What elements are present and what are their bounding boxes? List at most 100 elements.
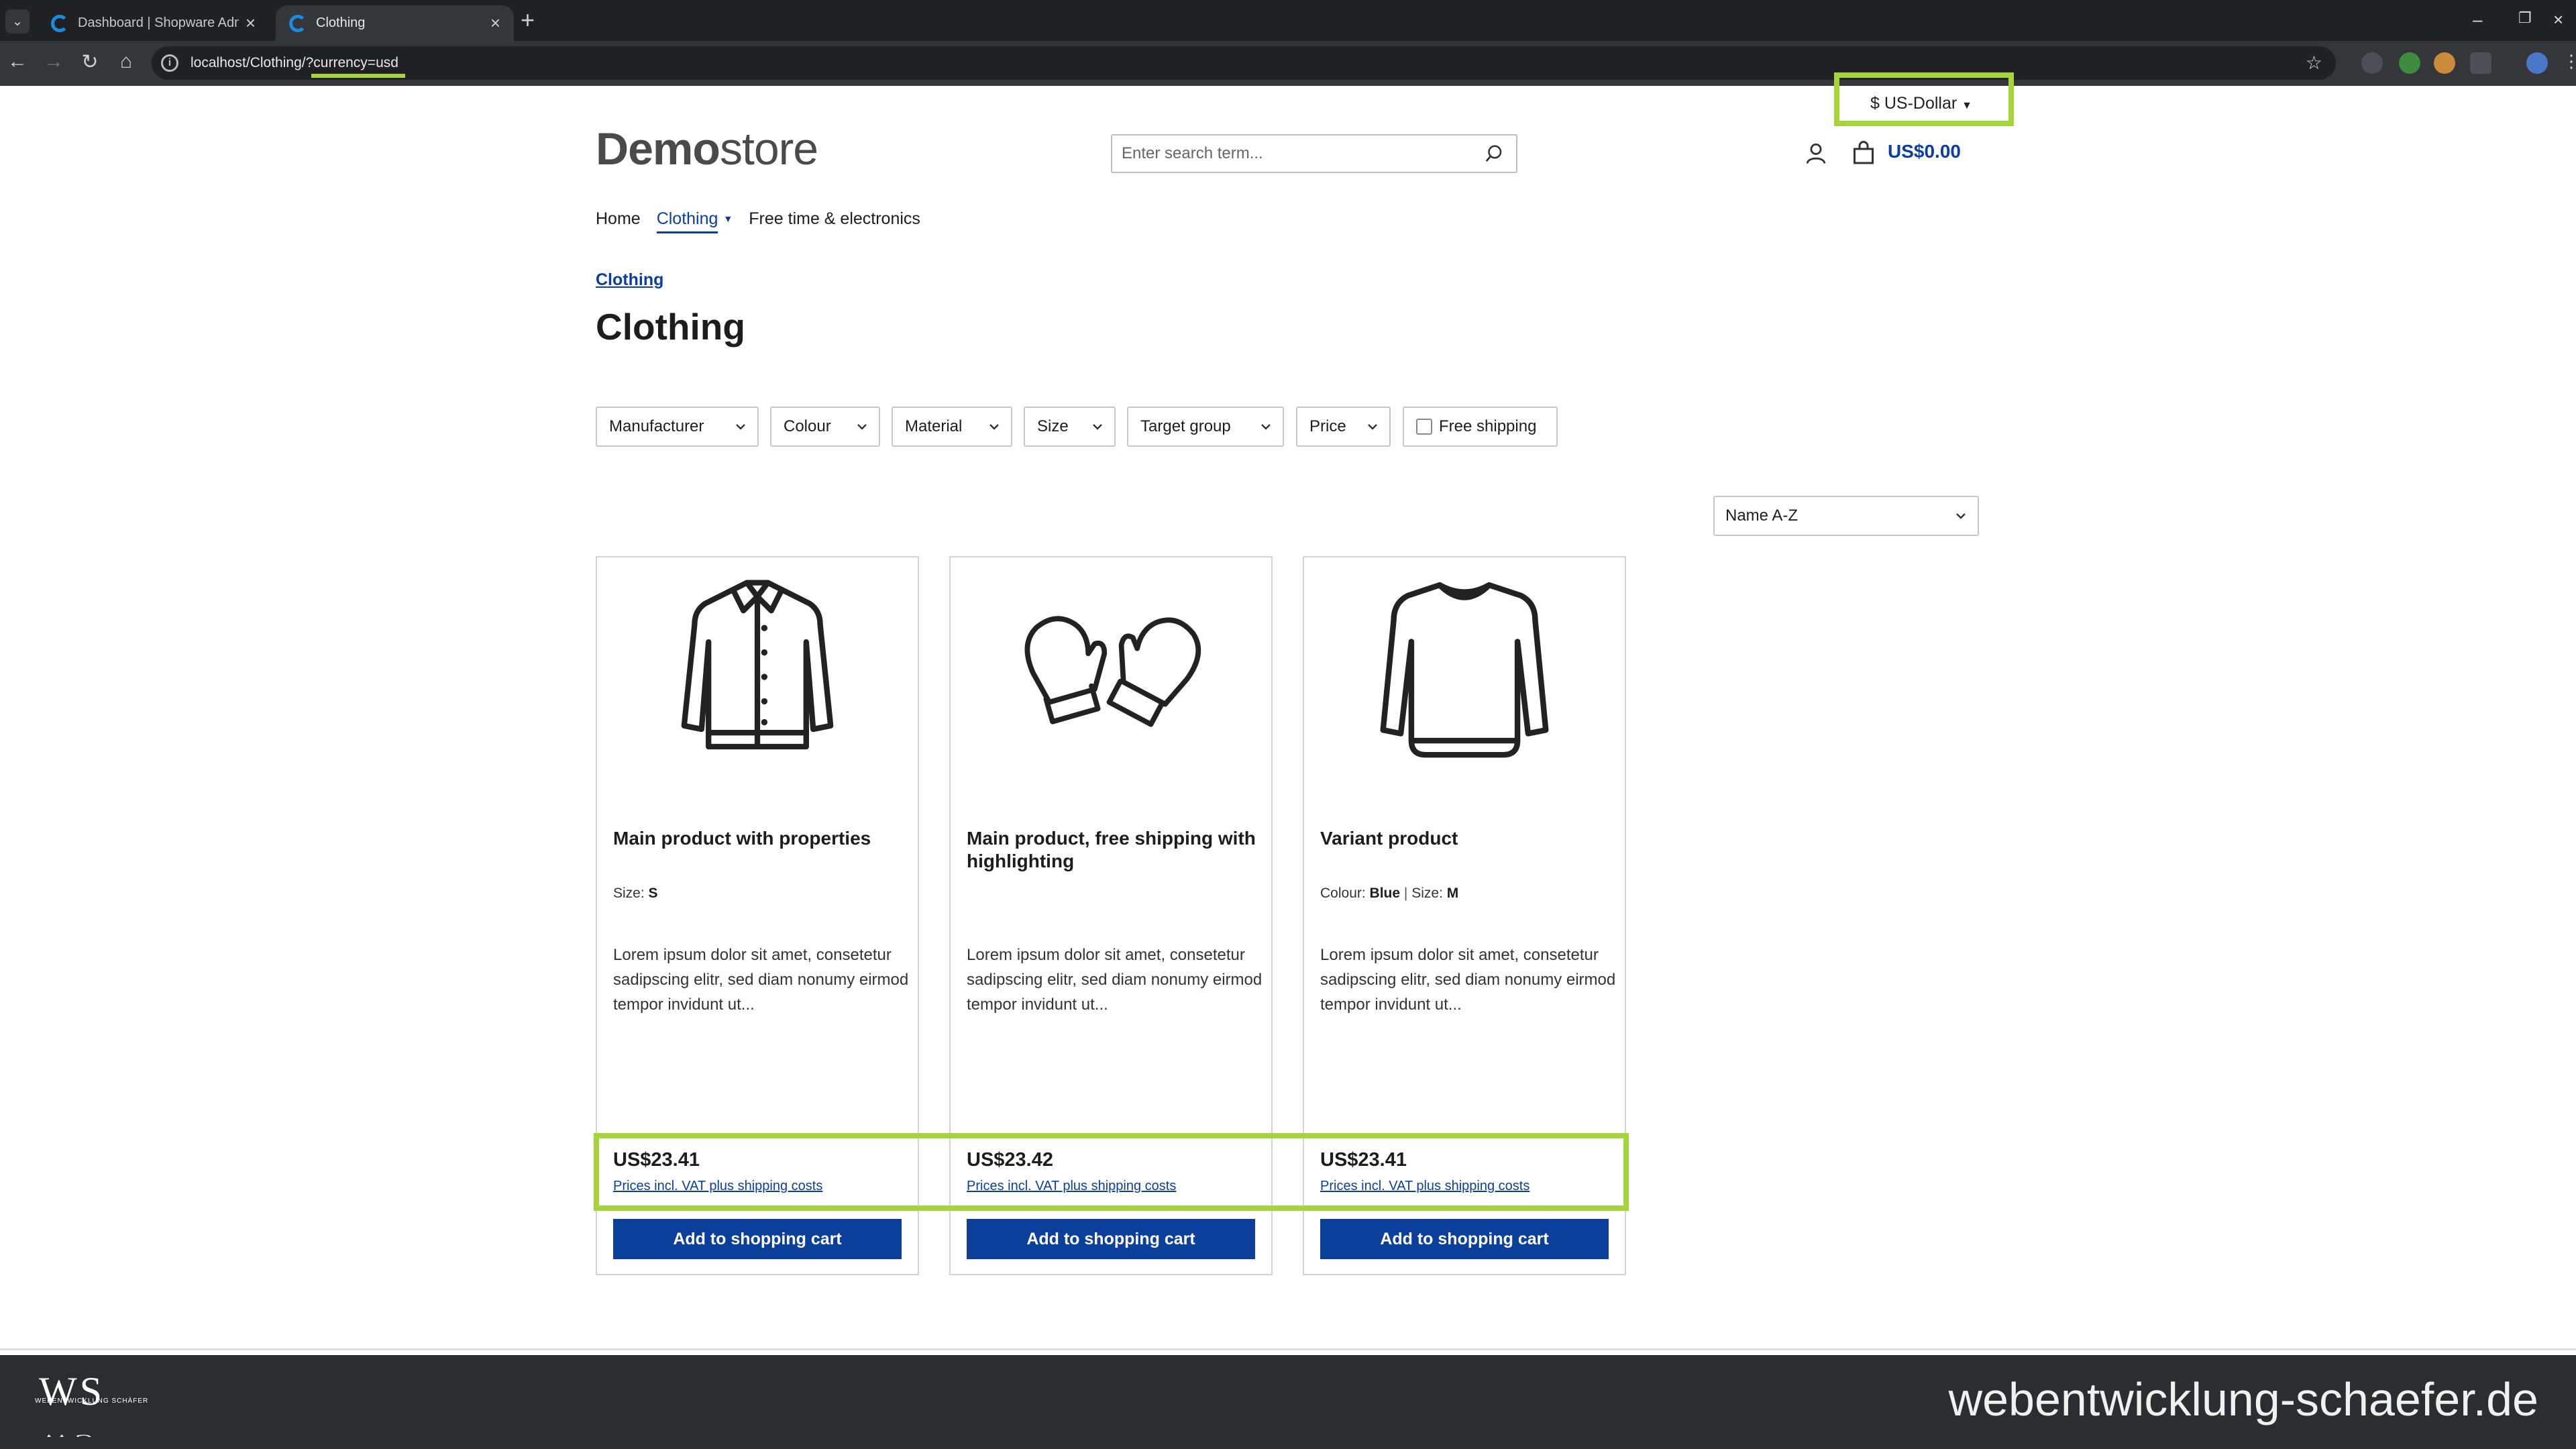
tab-label: Dashboard | Shopware Adminis bbox=[78, 15, 239, 30]
new-tab-button[interactable]: + bbox=[521, 8, 535, 32]
product-description: Lorem ipsum dolor sit amet, consetetur s… bbox=[1320, 946, 1616, 1014]
filter-label: Manufacturer bbox=[609, 417, 704, 435]
product-name[interactable]: Main product with properties bbox=[613, 827, 908, 850]
filter-material[interactable]: Material bbox=[892, 407, 1012, 447]
cart-total[interactable]: US$0.00 bbox=[1888, 141, 1961, 162]
chevron-down-icon bbox=[736, 424, 745, 430]
sort-select[interactable]: Name A-Z bbox=[1713, 496, 1979, 536]
page-title: Clothing bbox=[596, 306, 745, 347]
currency-switcher[interactable]: $ US-Dollar ▼ bbox=[1870, 94, 1972, 113]
chevron-down-icon bbox=[1261, 424, 1271, 430]
extension-pen-icon[interactable] bbox=[2361, 52, 2383, 74]
product-name[interactable]: Variant product bbox=[1320, 827, 1615, 850]
shopware-favicon-icon bbox=[289, 14, 307, 32]
filter-label: Colour bbox=[784, 417, 831, 435]
url-text[interactable]: localhost/Clothing/?currency=usd bbox=[191, 55, 398, 71]
nav-clothing[interactable]: Clothing bbox=[656, 209, 718, 233]
prop-value: M bbox=[1446, 885, 1459, 901]
store-logo[interactable]: Demostore bbox=[596, 123, 818, 175]
extension-green-icon[interactable] bbox=[2399, 52, 2420, 74]
logo-bold: Demo bbox=[596, 123, 720, 174]
search-box[interactable] bbox=[1111, 134, 1517, 173]
filter-free-shipping[interactable]: Free shipping bbox=[1403, 407, 1558, 447]
chevron-down-icon bbox=[989, 424, 999, 430]
mittens-icon bbox=[1024, 616, 1201, 727]
prop-label: Colour: bbox=[1320, 885, 1366, 901]
product-description: Lorem ipsum dolor sit amet, consetetur s… bbox=[967, 946, 1263, 1014]
jacket-icon bbox=[681, 580, 834, 750]
filter-label: Target group bbox=[1140, 417, 1231, 435]
extension-cookie-icon[interactable] bbox=[2434, 52, 2455, 74]
nav-free-time-electronics[interactable]: Free time & electronics bbox=[749, 209, 920, 233]
tab-label: Clothing bbox=[316, 15, 366, 30]
restore-icon[interactable]: ❐ bbox=[2518, 9, 2532, 27]
prop-value: S bbox=[648, 885, 658, 901]
profile-avatar[interactable] bbox=[2526, 52, 2548, 74]
sweater-icon bbox=[1380, 582, 1549, 758]
filter-manufacturer[interactable]: Manufacturer bbox=[596, 407, 759, 447]
free-shipping-checkbox[interactable] bbox=[1416, 419, 1432, 435]
tab-list-button[interactable]: ⌄ bbox=[5, 9, 30, 34]
filter-label: Free shipping bbox=[1439, 417, 1537, 435]
main-navigation: Home Clothing ▼ Free time & electronics bbox=[596, 209, 920, 233]
cart-bag-icon[interactable] bbox=[1851, 141, 1876, 165]
chevron-down-icon bbox=[1093, 424, 1102, 430]
product-description: Lorem ipsum dolor sit amet, consetetur s… bbox=[613, 946, 909, 1014]
chevron-down-icon bbox=[857, 424, 867, 430]
shopware-favicon-icon bbox=[51, 14, 68, 32]
ws-logo-reflection: WS bbox=[39, 1430, 97, 1437]
add-to-cart-button[interactable]: Add to shopping cart bbox=[967, 1219, 1255, 1259]
filter-label: Price bbox=[1309, 417, 1346, 435]
close-window-icon[interactable]: × bbox=[2553, 9, 2563, 30]
prop-label: Size: bbox=[613, 885, 645, 901]
site-info-icon[interactable]: i bbox=[161, 54, 178, 72]
search-input[interactable] bbox=[1122, 144, 1457, 164]
footer-domain-text: webentwicklung-schaefer.de bbox=[1948, 1373, 2538, 1426]
breadcrumb[interactable]: Clothing bbox=[596, 270, 663, 290]
caret-down-icon: ▼ bbox=[723, 213, 733, 224]
reload-icon[interactable]: ↻ bbox=[76, 50, 103, 74]
product-name[interactable]: Main product, free shipping with highlig… bbox=[967, 827, 1262, 873]
filter-label: Material bbox=[905, 417, 963, 435]
nav-clothing-wrapper[interactable]: Clothing ▼ bbox=[656, 209, 733, 233]
search-icon[interactable] bbox=[1484, 144, 1504, 164]
forward-icon[interactable]: → bbox=[40, 50, 67, 73]
account-icon[interactable] bbox=[1805, 141, 1827, 165]
close-tab-icon[interactable]: × bbox=[490, 13, 500, 34]
tab-dashboard[interactable]: Dashboard | Shopware Adminis × bbox=[38, 5, 269, 41]
filter-price[interactable]: Price bbox=[1296, 407, 1391, 447]
extensions-puzzle-icon[interactable] bbox=[2470, 52, 2491, 74]
nav-home[interactable]: Home bbox=[596, 209, 641, 233]
filter-colour[interactable]: Colour bbox=[770, 407, 880, 447]
add-to-cart-button[interactable]: Add to shopping cart bbox=[613, 1219, 902, 1259]
prop-value: Blue bbox=[1369, 885, 1401, 901]
ws-logo-caption: WEBENTWICKLUNG SCHÄFER bbox=[35, 1397, 149, 1405]
price-highlight-box bbox=[594, 1133, 1629, 1211]
browser-menu-icon[interactable]: ⋮ bbox=[2563, 51, 2576, 72]
tab-clothing[interactable]: Clothing × bbox=[276, 5, 514, 41]
browser-tabbar: ⌄ Dashboard | Shopware Adminis × Clothin… bbox=[0, 0, 2576, 41]
minimize-icon[interactable]: – bbox=[2473, 9, 2482, 30]
browser-toolbar: ← → ↻ ⌂ i localhost/Clothing/?currency=u… bbox=[0, 41, 2576, 86]
prop-label: Size: bbox=[1411, 885, 1443, 901]
footer-divider bbox=[0, 1348, 2576, 1350]
chevron-down-icon bbox=[1956, 513, 1966, 519]
ws-logo-text: WS bbox=[39, 1370, 105, 1413]
add-to-cart-button[interactable]: Add to shopping cart bbox=[1320, 1219, 1609, 1259]
caret-down-icon: ▼ bbox=[1962, 100, 1972, 111]
close-tab-icon[interactable]: × bbox=[246, 13, 256, 34]
home-icon[interactable]: ⌂ bbox=[113, 50, 140, 73]
chevron-down-icon bbox=[1368, 424, 1377, 430]
filter-target-group[interactable]: Target group bbox=[1127, 407, 1284, 447]
product-properties: Size: S bbox=[613, 885, 658, 902]
back-icon[interactable]: ← bbox=[4, 50, 31, 73]
filter-size[interactable]: Size bbox=[1024, 407, 1116, 447]
currency-label: $ US-Dollar bbox=[1870, 94, 1957, 113]
filter-label: Size bbox=[1037, 417, 1069, 435]
product-image[interactable] bbox=[1304, 557, 1625, 779]
logo-light: store bbox=[719, 123, 818, 174]
product-image[interactable] bbox=[951, 557, 1271, 779]
sort-selected: Name A-Z bbox=[1725, 506, 1799, 525]
product-image[interactable] bbox=[597, 557, 918, 779]
bookmark-star-icon[interactable]: ☆ bbox=[2306, 52, 2322, 74]
